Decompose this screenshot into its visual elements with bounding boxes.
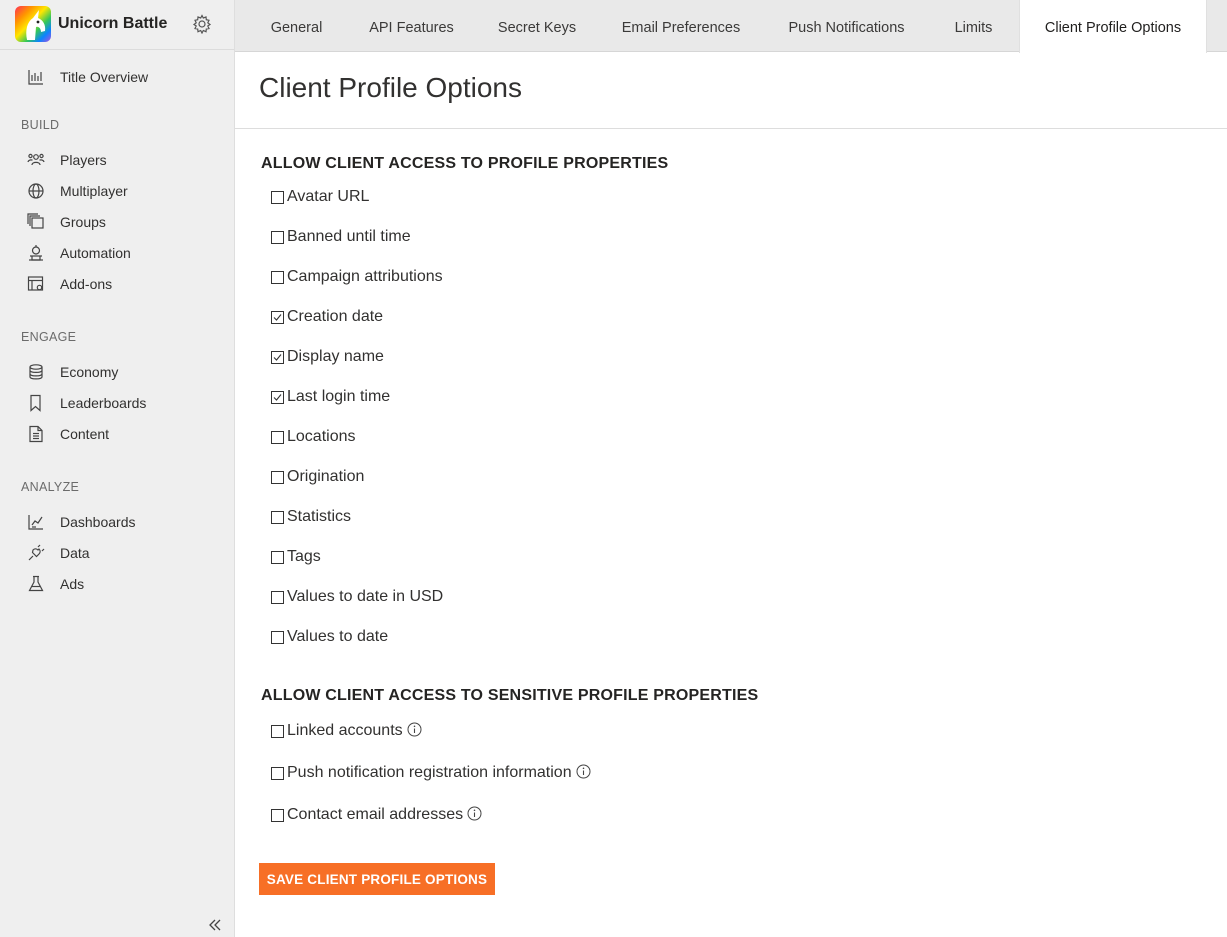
sidebar-item-label: Automation — [60, 245, 131, 261]
section-label-engage: ENGAGE — [21, 330, 77, 344]
checkmark-icon — [273, 354, 282, 361]
addon-icon — [27, 275, 45, 293]
title-header: Unicorn Battle — [0, 0, 234, 50]
checkbox-box[interactable] — [271, 351, 284, 364]
checkbox-label: Linked accounts — [287, 722, 403, 739]
sidebar: Unicorn Battle Title Overview BUILD Play… — [0, 0, 235, 937]
info-icon[interactable] — [407, 722, 422, 737]
sidebar-item-label: Players — [60, 152, 107, 168]
sidebar-item-label: Content — [60, 426, 110, 442]
sidebar-item-title-overview[interactable]: Title Overview — [0, 63, 234, 91]
stack-icon — [27, 213, 45, 231]
sidebar-item-label: Title Overview — [60, 69, 149, 85]
checkbox-box[interactable] — [271, 631, 284, 644]
checkbox-label: Display name — [287, 348, 384, 365]
checkbox-box[interactable] — [271, 551, 284, 564]
bar-chart-icon — [27, 68, 45, 86]
checkbox-label: Creation date — [287, 308, 384, 325]
sidebar-item-dashboards[interactable]: Dashboards — [0, 508, 234, 536]
checkbox-box[interactable] — [271, 809, 284, 822]
checkbox-box[interactable] — [271, 391, 284, 404]
sidebar-item-economy[interactable]: Economy — [0, 358, 234, 386]
checkbox-label-wrap: Push notification registration informati… — [287, 764, 591, 782]
sidebar-item-automation[interactable]: Automation — [0, 239, 234, 267]
tab-limits[interactable]: Limits — [932, 0, 1015, 52]
sidebar-item-multiplayer[interactable]: Multiplayer — [0, 177, 234, 205]
globe-icon — [27, 182, 45, 200]
checkbox-box[interactable] — [271, 271, 284, 284]
tab-secret-keys[interactable]: Secret Keys — [477, 0, 597, 52]
sidebar-item-leaderboards[interactable]: Leaderboards — [0, 389, 234, 417]
checkmark-icon — [273, 314, 282, 321]
checkbox-box[interactable] — [271, 471, 284, 484]
checkbox-label: Statistics — [287, 508, 352, 525]
sidebar-item-label: Dashboards — [60, 514, 136, 530]
plug-icon — [27, 544, 45, 562]
section-label-analyze: ANALYZE — [21, 480, 80, 494]
checkbox-box[interactable] — [271, 767, 284, 780]
tab-push-notifications[interactable]: Push Notifications — [765, 0, 928, 52]
save-client-profile-options-button[interactable]: SAVE CLIENT PROFILE OPTIONS — [259, 863, 495, 895]
page-title: Client Profile Options — [259, 72, 523, 103]
checkbox-box[interactable] — [271, 191, 284, 204]
checkbox-label: Origination — [287, 468, 365, 485]
unicorn-logo — [15, 6, 51, 42]
checkbox-box[interactable] — [271, 725, 284, 738]
sidebar-item-label: Data — [60, 545, 90, 561]
document-icon — [27, 425, 45, 443]
checkbox-box[interactable] — [271, 511, 284, 524]
group-title-profile-properties: ALLOW CLIENT ACCESS TO PROFILE PROPERTIE… — [261, 155, 669, 172]
checkbox-label: Tags — [287, 548, 321, 565]
checkbox-label: Avatar URL — [287, 188, 370, 205]
checkbox-label: Last login time — [287, 388, 391, 405]
checkbox-box[interactable] — [271, 591, 284, 604]
double-chevron-left-icon[interactable] — [206, 916, 224, 934]
coins-icon — [27, 363, 45, 381]
sidebar-item-ads[interactable]: Ads — [0, 570, 234, 598]
tab-api-features[interactable]: API Features — [350, 0, 473, 52]
checkbox-label: Banned until time — [287, 228, 411, 245]
app-title: Unicorn Battle — [58, 15, 168, 32]
checkbox-label-wrap: Linked accounts — [287, 722, 422, 740]
group-title-sensitive-properties: ALLOW CLIENT ACCESS TO SENSITIVE PROFILE… — [261, 687, 759, 704]
tab-bar: General API Features Secret Keys Email P… — [235, 0, 1227, 53]
people-icon — [27, 151, 45, 169]
tab-general[interactable]: General — [248, 0, 345, 52]
robot-icon — [27, 244, 45, 262]
sidebar-item-content[interactable]: Content — [0, 420, 234, 448]
checkbox-label: Push notification registration informati… — [287, 764, 572, 781]
sidebar-item-add-ons[interactable]: Add-ons — [0, 270, 234, 298]
info-icon[interactable] — [467, 806, 482, 821]
sidebar-item-label: Groups — [60, 214, 106, 230]
checkmark-icon — [273, 394, 282, 401]
dashboard-icon — [27, 513, 45, 531]
sidebar-item-players[interactable]: Players — [0, 146, 234, 174]
checkbox-box[interactable] — [271, 231, 284, 244]
sidebar-item-label: Leaderboards — [60, 395, 147, 411]
flask-icon — [27, 575, 45, 593]
divider — [235, 128, 1227, 129]
checkbox-box[interactable] — [271, 311, 284, 324]
tab-email-preferences[interactable]: Email Preferences — [601, 0, 761, 52]
gear-icon[interactable] — [192, 14, 212, 35]
checkbox-box[interactable] — [271, 431, 284, 444]
tab-client-profile-options[interactable]: Client Profile Options — [1019, 0, 1207, 53]
section-label-build: BUILD — [21, 118, 60, 132]
checkbox-label: Contact email addresses — [287, 806, 464, 823]
sidebar-item-label: Ads — [60, 576, 85, 592]
bookmark-icon — [27, 394, 45, 412]
sidebar-item-label: Economy — [60, 364, 119, 380]
checkbox-label: Values to date in USD — [287, 588, 444, 605]
sidebar-item-groups[interactable]: Groups — [0, 208, 234, 236]
sidebar-item-label: Multiplayer — [60, 183, 128, 199]
checkbox-label: Values to date — [287, 628, 389, 645]
sidebar-item-label: Add-ons — [60, 276, 113, 292]
checkbox-label: Campaign attributions — [287, 268, 443, 285]
sidebar-item-data[interactable]: Data — [0, 539, 234, 567]
checkbox-label-wrap: Contact email addresses — [287, 806, 482, 824]
checkbox-label: Locations — [287, 428, 356, 445]
info-icon[interactable] — [576, 764, 591, 779]
